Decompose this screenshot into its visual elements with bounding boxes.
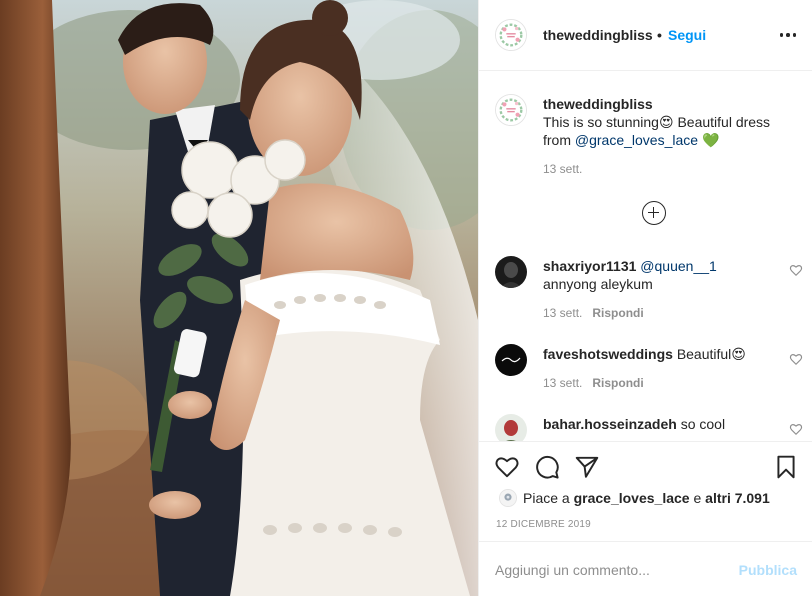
post-date[interactable]: 12 DICEMBRE 2019 <box>496 519 591 530</box>
bookmark-icon[interactable] <box>773 454 799 480</box>
heart-icon[interactable] <box>494 454 520 480</box>
comment-meta: 13 sett. Rispondi <box>543 306 644 320</box>
commenter-avatar[interactable] <box>495 344 527 376</box>
comment-mention-link[interactable]: @quuen__1 <box>640 258 717 274</box>
user-photo-avatar <box>495 414 527 441</box>
post-caption: theweddingbliss This is so stunning😍 Bea… <box>543 95 797 149</box>
comment-time: 13 sett. <box>543 376 583 390</box>
floral-wreath-logo-icon <box>496 20 526 50</box>
likes-prefix: Piace a <box>523 490 574 506</box>
likes-others-link[interactable]: altri 7.091 <box>705 490 770 506</box>
liker-avatar-image <box>500 490 516 506</box>
comment-text: so cool <box>680 416 726 432</box>
caption-mention-link[interactable]: @grace_loves_lace <box>575 132 698 148</box>
likes-connector: e <box>689 490 706 506</box>
commenter-avatar[interactable] <box>495 256 527 288</box>
reply-button[interactable]: Rispondi <box>592 376 643 390</box>
comment-username[interactable]: faveshotsweddings <box>543 346 673 362</box>
commenter-avatar[interactable] <box>495 414 527 441</box>
plus-circle-icon[interactable] <box>642 201 666 225</box>
comment-meta: 13 sett. Rispondi <box>543 376 644 390</box>
heart-icon[interactable] <box>789 352 803 366</box>
post-photo[interactable] <box>0 0 478 596</box>
heart-icon[interactable] <box>789 422 803 436</box>
caption-author-avatar[interactable] <box>495 94 527 126</box>
comment-item: bahar.hosseinzadeh so cool <box>543 415 783 433</box>
comment-item: shaxriyor1131 @quuen__1 annyong aleykum <box>543 257 783 293</box>
add-comment-bar: Pubblica <box>479 541 812 596</box>
comment-username[interactable]: bahar.hosseinzadeh <box>543 416 677 432</box>
liker-username[interactable]: grace_loves_lace <box>574 490 690 506</box>
wedding-photo-illustration <box>0 0 478 596</box>
instagram-post: theweddingbliss • Segui theweddingbliss … <box>0 0 812 596</box>
separator-dot: • <box>657 27 662 43</box>
paper-plane-icon[interactable] <box>574 454 600 480</box>
author-avatar[interactable] <box>495 19 527 51</box>
comment-icon[interactable] <box>534 454 560 480</box>
likes-summary: Piace a grace_loves_lace e altri 7.091 <box>523 490 770 506</box>
faveshots-logo-avatar <box>495 344 527 376</box>
reply-button[interactable]: Rispondi <box>592 306 643 320</box>
comment-text: annyong aleykum <box>543 276 653 292</box>
comment-item: faveshotsweddings Beautiful😍 <box>543 345 783 363</box>
post-side-panel: theweddingbliss • Segui theweddingbliss … <box>478 0 812 596</box>
post-actions: Piace a grace_loves_lace e altri 7.091 1… <box>479 441 812 541</box>
caption-text: This is so stunning <box>543 114 659 130</box>
more-horizontal-icon[interactable] <box>775 22 801 48</box>
caption-time: 13 sett. <box>543 162 583 176</box>
post-header: theweddingbliss • Segui <box>479 0 812 71</box>
comments-list[interactable]: theweddingbliss This is so stunning😍 Bea… <box>479 72 812 441</box>
author-username[interactable]: theweddingbliss <box>543 27 653 43</box>
green-heart-emoji: 💚 <box>701 132 720 148</box>
caption-username[interactable]: theweddingbliss <box>543 95 797 113</box>
publish-button[interactable]: Pubblica <box>739 562 797 578</box>
comment-time: 13 sett. <box>543 306 583 320</box>
comment-text: Beautiful😍 <box>676 346 746 362</box>
heart-icon[interactable] <box>789 263 803 277</box>
liker-avatar[interactable] <box>499 489 517 507</box>
floral-wreath-logo-icon <box>496 95 526 125</box>
comment-input[interactable] <box>495 558 725 582</box>
comment-username[interactable]: shaxriyor1131 <box>543 258 636 274</box>
user-photo-avatar <box>495 256 527 288</box>
heart-eyes-emoji: 😍 <box>658 114 674 130</box>
follow-button[interactable]: Segui <box>668 27 706 43</box>
